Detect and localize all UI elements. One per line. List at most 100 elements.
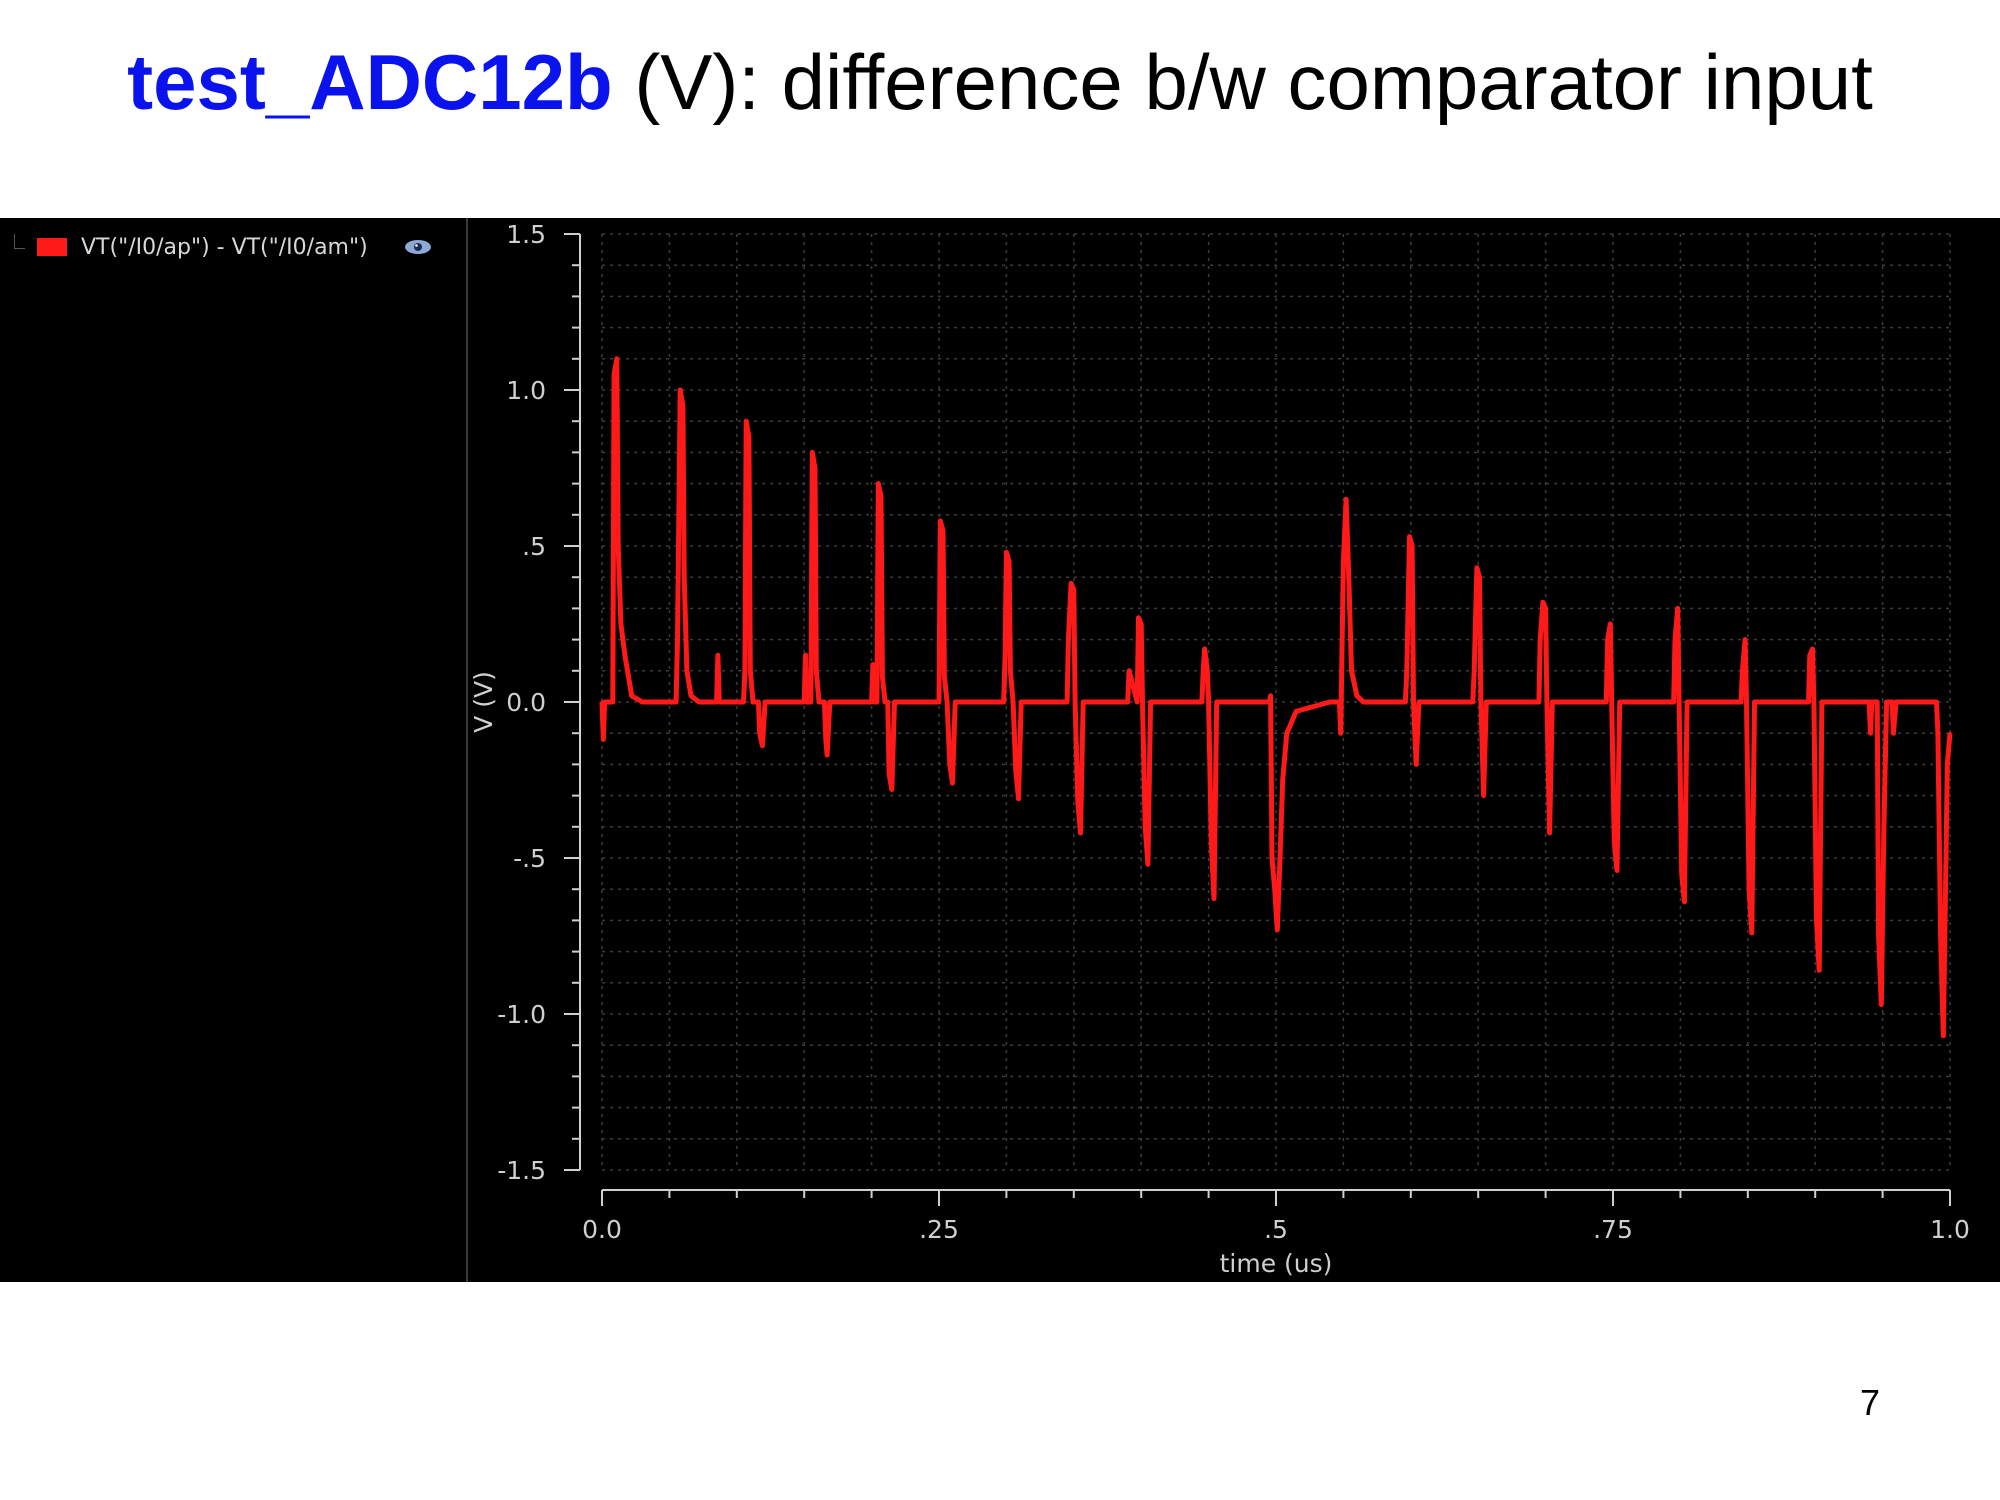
x-tick-label: 0.0 [582, 1215, 622, 1244]
waveform-point [1875, 700, 1879, 704]
waveform-point [1004, 550, 1008, 554]
waveform-point [942, 675, 946, 679]
waveform-point [611, 700, 615, 704]
waveform-point [1882, 825, 1886, 829]
waveform-point [872, 700, 876, 704]
slide-title-text: (V): difference b/w comparator input [612, 38, 1873, 126]
waveform-point [1065, 700, 1069, 704]
waveform-point [1747, 887, 1751, 891]
waveform-point [1753, 700, 1756, 704]
waveform-point [674, 700, 678, 704]
y-tick-label: -1.5 [497, 1156, 546, 1185]
waveform-point [937, 700, 941, 704]
waveform-point [1201, 669, 1205, 673]
waveform-point [681, 404, 685, 408]
waveform-point [1200, 700, 1204, 704]
waveform-point [1137, 616, 1140, 620]
waveform-point [938, 519, 942, 523]
waveform-point [1606, 638, 1610, 642]
waveform-point [1618, 700, 1622, 704]
waveform-point [1269, 694, 1273, 698]
waveform-point [886, 700, 890, 704]
waveform-point [1807, 700, 1810, 704]
waveform-point [1328, 700, 1332, 704]
slide-title-highlight: test_ADC12b [127, 38, 613, 126]
waveform-point [890, 787, 894, 791]
waveform-point [813, 466, 817, 470]
waveform-point [1003, 653, 1007, 657]
waveform-point [1019, 700, 1023, 704]
waveform-point [1739, 700, 1743, 704]
waveform-point [1405, 669, 1409, 673]
waveform-point [1740, 669, 1744, 673]
waveform-point [1417, 700, 1421, 704]
waveform-point [1341, 560, 1345, 564]
plot-area[interactable]: 1.5 1.0 .5 0.0 -.5 -1.0 -1.5 V (V) 0.0 .25 .5 .75 1.… [0, 218, 2000, 1282]
waveform-point [1867, 700, 1871, 704]
waveform-point [822, 700, 826, 704]
waveform-point [616, 544, 620, 548]
waveform-point [1482, 794, 1486, 798]
waveform-point [1408, 535, 1411, 539]
waveform-point [716, 653, 720, 657]
waveform-point [1484, 700, 1488, 704]
waveform-point [1808, 653, 1812, 657]
waveform-point [1081, 700, 1085, 704]
waveform-point [1877, 934, 1881, 938]
waveform-point [751, 700, 755, 704]
waveform-point [1149, 700, 1153, 704]
waveform-point [875, 700, 879, 704]
waveform-point [1680, 872, 1684, 876]
waveform-point [1008, 669, 1012, 673]
y-tick-label: -1.0 [497, 1000, 546, 1029]
waveform-point [1141, 700, 1144, 704]
waveform-point [1275, 928, 1279, 932]
waveform-point [1537, 700, 1541, 704]
waveform-point [1267, 700, 1271, 704]
waveform-point [747, 435, 751, 439]
waveform-point [1002, 700, 1006, 704]
waveform-point [1139, 622, 1143, 626]
waveform-point [1205, 669, 1209, 673]
waveform-point [1811, 647, 1814, 651]
waveform-point [1270, 856, 1274, 860]
x-tick-label: .25 [919, 1215, 959, 1244]
waveform-point [1743, 638, 1747, 642]
waveform-point [951, 781, 954, 785]
waveform-point [824, 737, 828, 741]
waveform-point [1615, 869, 1619, 872]
waveform-point [1146, 862, 1150, 866]
waveform-point [1347, 575, 1351, 579]
x-tick-label: .75 [1593, 1215, 1633, 1244]
waveform-point [1673, 638, 1677, 642]
waveform-point [1079, 831, 1082, 835]
waveform-point [817, 700, 821, 704]
waveform-point [1682, 900, 1686, 904]
waveform-point [1203, 647, 1207, 651]
waveform-point [1885, 700, 1889, 704]
waveform-point [1945, 762, 1949, 766]
waveform-point [1410, 544, 1414, 548]
waveform-point [1948, 731, 1952, 735]
waveform-point [1278, 856, 1282, 860]
waveform-point [1879, 1003, 1883, 1007]
waveform-point [1281, 778, 1285, 782]
waveform-point [1362, 700, 1366, 704]
waveform-point [715, 700, 719, 704]
waveform-point [1069, 581, 1073, 585]
waveform-point [1548, 831, 1552, 835]
waveform-point [1412, 700, 1415, 704]
waveform-point [1207, 700, 1211, 704]
waveform-point [814, 669, 818, 673]
waveform-point [883, 700, 887, 704]
waveform-point [1017, 797, 1020, 801]
y-tick-label: 1.5 [506, 220, 546, 249]
page-number: 7 [1859, 1382, 1880, 1423]
waveform-point [804, 653, 807, 657]
waveform-point [871, 663, 875, 667]
waveform-point [758, 731, 762, 735]
waveform-point [717, 700, 721, 704]
waveform-point [880, 675, 884, 679]
waveform-point [1944, 856, 1948, 860]
y-tick-label: -.5 [513, 844, 546, 873]
